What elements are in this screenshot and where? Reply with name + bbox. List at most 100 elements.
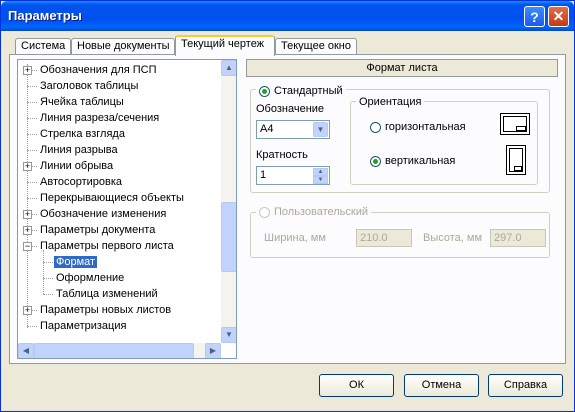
multiplicity-value: 1 [260,169,267,181]
tree-item-label: Обозначение изменения [40,208,167,220]
help-button[interactable]: Справка [488,374,563,397]
tree-content: + Обозначения для ПСП Заголовок таблицы Яче… [18,60,221,343]
spin-up-icon[interactable]: ▲ [313,168,328,176]
chevron-down-icon[interactable]: ▼ [313,122,328,137]
standard-radio[interactable]: Стандартный [256,84,346,98]
cancel-button[interactable]: Отмена [404,374,479,397]
tree-item[interactable]: Перекрывающиеся объекты [38,190,186,206]
portrait-sheet-icon [506,145,526,175]
tree-item[interactable]: Линия разрыва [38,142,120,158]
tree-item[interactable]: Параметры документа [38,222,157,238]
tree-item-label: Стрелка взгляда [40,128,125,140]
tree-item-label: Линия разреза/сечения [40,112,160,124]
tree-item-label: Параметры первого листа [40,240,174,252]
tree-branch-line [43,278,53,279]
tree-item[interactable]: Линии обрыва [38,158,115,174]
horizontal-label: горизонтальная [385,121,466,133]
tree-item[interactable]: Автосортировка [38,174,124,190]
tree-item[interactable]: Обозначения для ПСП [38,62,159,78]
tree-branch-line [27,182,37,183]
settings-tree[interactable]: + Обозначения для ПСП Заголовок таблицы Яче… [17,59,237,359]
tree-item[interactable]: Оформление [54,270,126,286]
parameters-dialog: Параметры ? ✕ Система Новые документы Те… [0,0,575,412]
tree-item[interactable]: Параметры первого листа [38,238,176,254]
tree-branch-line [27,134,37,135]
tree-branch-line [27,102,37,103]
close-button[interactable]: ✕ [548,6,569,27]
multiplicity-stepper[interactable]: 1 ▲ ▼ [256,166,330,185]
scroll-left-icon[interactable]: ◀ [18,343,34,358]
tree-item[interactable]: Стрелка взгляда [38,126,127,142]
panel-header: Формат листа [246,59,558,77]
scroll-thumb-vertical[interactable] [221,202,236,272]
orientation-label: Ориентация [356,95,425,109]
tree-branch-line [27,86,37,87]
expand-icon[interactable]: + [23,226,32,235]
tree-item-label: Линии обрыва [40,160,114,172]
tree-item-label: Перекрывающиеся объекты [40,192,184,204]
width-field[interactable]: 210.0 [356,229,412,247]
tree-branch-line [27,198,37,199]
tree-item[interactable]: Формат [54,254,98,270]
scroll-thumb-horizontal[interactable] [34,343,194,358]
tree-item[interactable]: Ячейка таблицы [38,94,126,110]
help-title-button[interactable]: ? [524,6,545,27]
tree-branch-line [27,150,37,151]
tree-item[interactable]: Линия разреза/сечения [38,110,161,126]
expand-icon[interactable]: + [23,306,32,315]
tree-branch-line [43,294,53,295]
tree-item[interactable]: Заголовок таблицы [38,78,140,94]
custom-radio-icon[interactable] [259,206,270,218]
tree-horizontal-scrollbar[interactable]: ◀ ▶ [18,343,221,358]
spin-down-icon[interactable]: ▼ [313,176,328,184]
scroll-up-icon[interactable]: ▲ [221,60,236,76]
scroll-down-icon[interactable]: ▼ [221,327,236,343]
height-field[interactable]: 297.0 [490,229,546,247]
tree-item-label: Параметризация [40,320,127,332]
standard-radio-icon[interactable] [259,85,270,97]
tab-new-documents[interactable]: Новые документы [71,38,175,55]
designation-value: А4 [260,123,274,135]
collapse-icon[interactable]: − [23,242,32,251]
tree-branch-line [43,262,53,263]
tree-item-label: Параметры новых листов [40,304,172,316]
tree-item-label: Формат [54,256,98,268]
height-label: Высота, мм [423,232,483,244]
tree-child-guide-line [43,250,44,294]
tree-item-label: Линия разрыва [40,144,118,156]
ok-button[interactable]: ОК [319,374,394,397]
tree-guide-line [27,64,28,328]
landscape-sheet-icon [500,113,530,135]
tree-item-label: Таблица изменений [56,288,158,300]
custom-radio[interactable]: Пользовательский [256,205,371,219]
standard-label: Стандартный [274,85,343,97]
tree-branch-line [27,118,37,119]
horizontal-radio-icon[interactable] [370,121,381,133]
tree-item-label: Обозначения для ПСП [40,64,157,76]
designation-select[interactable]: А4 ▼ [256,120,330,139]
expand-icon[interactable]: + [23,162,32,171]
tree-item[interactable]: Параметры новых листов [38,302,173,318]
tab-current-drawing[interactable]: Текущий чертеж [175,35,275,56]
tree-item-label: Заголовок таблицы [40,80,139,92]
horizontal-radio[interactable]: горизонтальная [370,120,466,134]
tree-item-label: Параметры документа [40,224,156,236]
tree-item-label: Автосортировка [40,176,123,188]
scroll-right-icon[interactable]: ▶ [205,343,221,358]
sheet-format-panel: Формат листа Стандартный Обозначение А4 … [246,59,558,359]
expand-icon[interactable]: + [23,210,32,219]
tree-item[interactable]: Обозначение изменения [38,206,168,222]
custom-label: Пользовательский [274,206,368,218]
tab-system[interactable]: Система [15,38,71,55]
vertical-radio[interactable]: вертикальная [370,154,455,168]
width-label: Ширина, мм [264,232,326,244]
tab-current-window[interactable]: Текущее окно [275,38,357,55]
vertical-radio-icon[interactable] [370,155,381,167]
title-bar[interactable]: Параметры ? ✕ [1,1,574,31]
tab-panel: + Обозначения для ПСП Заголовок таблицы Яче… [9,54,566,364]
expand-icon[interactable]: + [23,66,32,75]
tree-item[interactable]: Таблица изменений [54,286,160,302]
multiplicity-label: Кратность [256,149,308,161]
tree-vertical-scrollbar[interactable]: ▲ ▼ [221,60,236,343]
tree-item[interactable]: Параметризация [38,318,128,334]
